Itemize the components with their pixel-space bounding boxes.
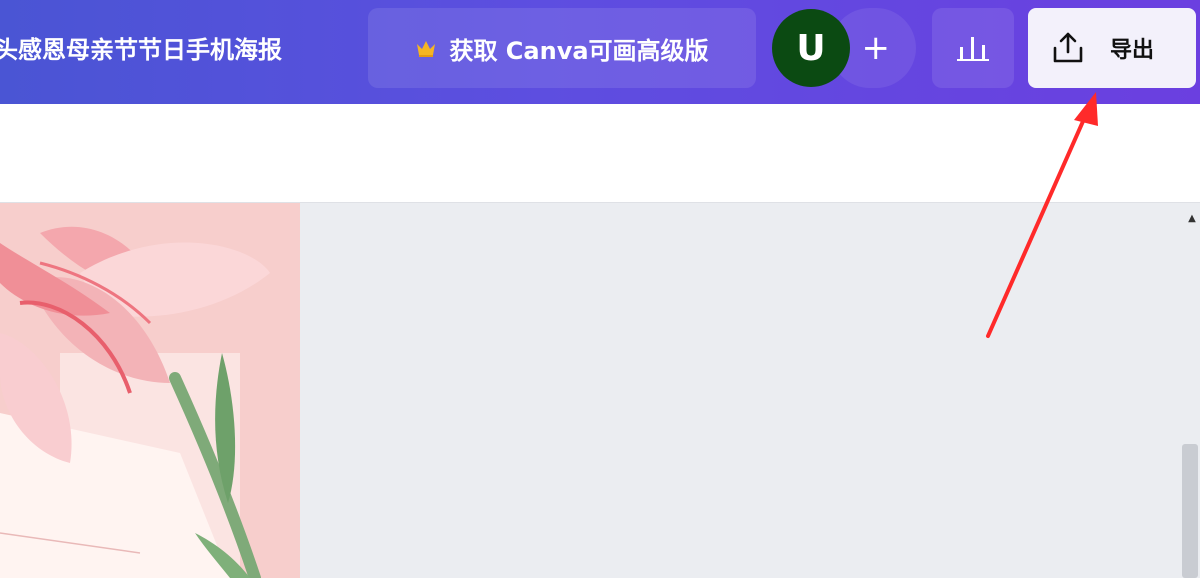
upgrade-button[interactable]: 获取 Canva可画高级版 bbox=[368, 8, 756, 88]
document-title[interactable]: 头感恩母亲节节日手机海报 bbox=[0, 30, 282, 70]
plus-icon: + bbox=[861, 28, 891, 68]
editor-toolbar bbox=[0, 104, 1200, 203]
design-poster-thumbnail[interactable] bbox=[0, 203, 300, 578]
avatar[interactable]: U bbox=[772, 9, 850, 87]
bar-chart-icon bbox=[957, 37, 989, 61]
canvas-workspace: ▲ bbox=[0, 203, 1200, 578]
export-button[interactable]: 导出 bbox=[1028, 8, 1196, 88]
top-bar: 头感恩母亲节节日手机海报 获取 Canva可画高级版 + U 导出 bbox=[0, 0, 1200, 104]
export-label: 导出 bbox=[1110, 38, 1155, 63]
flower-illustration bbox=[0, 203, 300, 578]
insights-button[interactable] bbox=[932, 8, 1014, 88]
avatar-letter: U bbox=[796, 27, 826, 69]
upgrade-label: 获取 Canva可画高级版 bbox=[449, 36, 709, 65]
scrollbar-thumb[interactable] bbox=[1182, 444, 1198, 578]
crown-icon bbox=[417, 41, 436, 57]
scroll-up-button[interactable]: ▲ bbox=[1186, 213, 1198, 225]
share-upload-icon bbox=[1053, 32, 1083, 63]
